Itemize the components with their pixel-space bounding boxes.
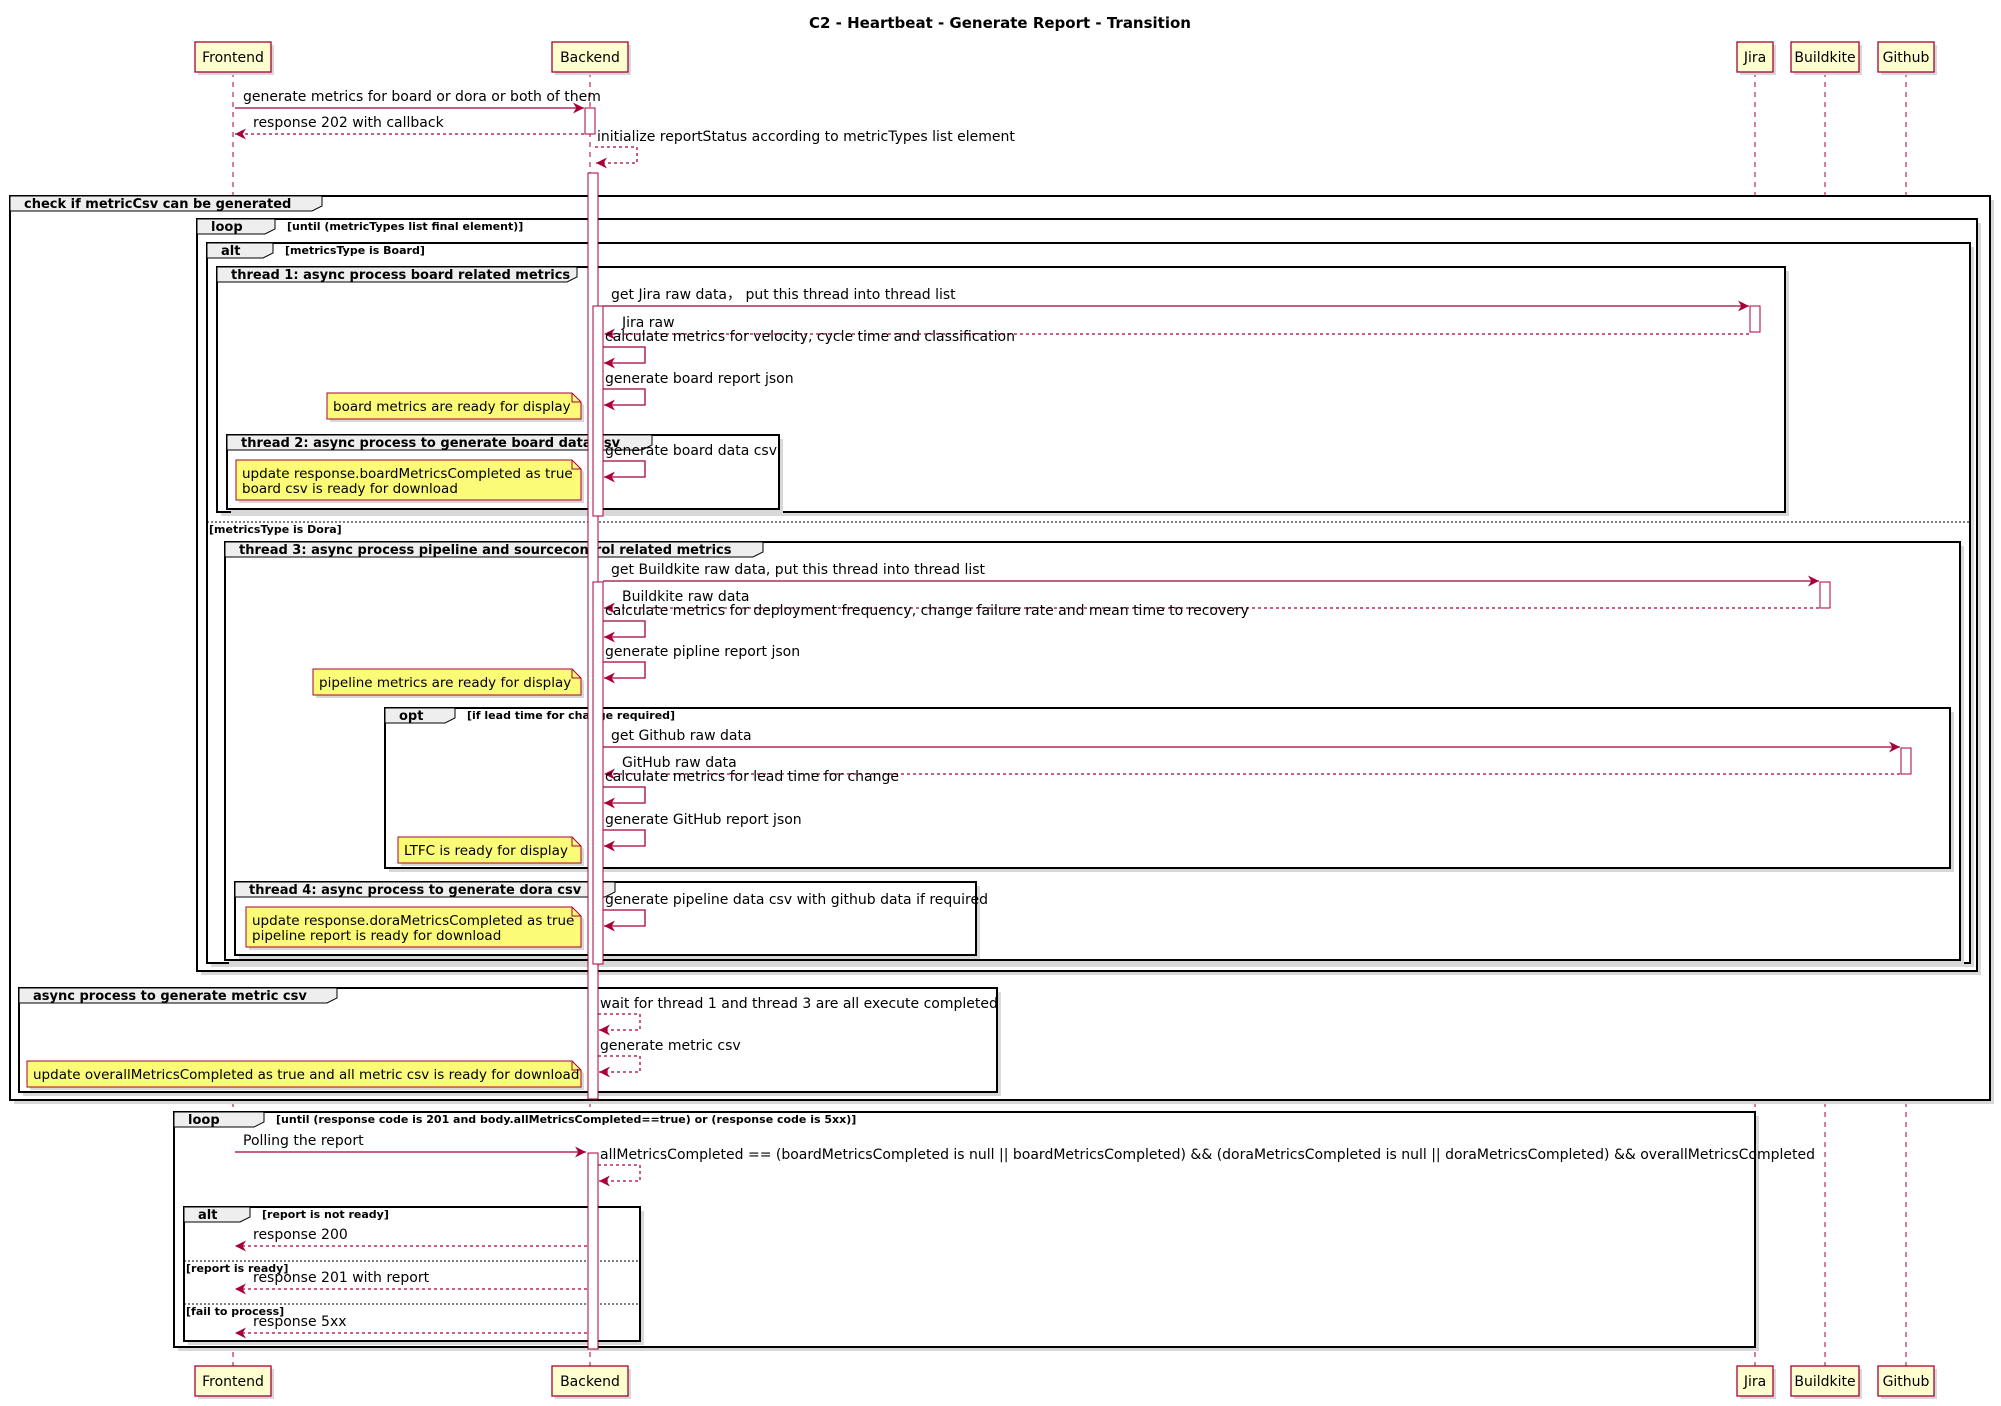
participant-label-jira-bottom: Jira <box>1743 1374 1766 1390</box>
note: LTFC is ready for display <box>397 836 584 866</box>
sequence-diagram: C2 - Heartbeat - Generate Report - Trans… <box>9 14 1994 1399</box>
message-label: get Github raw data <box>611 728 752 744</box>
message-label: generate board data csv <box>605 443 777 459</box>
fragment-label: thread 2: async process to generate boar… <box>241 436 621 451</box>
fragment-label: async process to generate metric csv <box>33 989 307 1004</box>
message-label: response 202 with callback <box>253 115 445 131</box>
participant-label-backend-top: Backend <box>560 50 620 66</box>
note-text: update response.boardMetricsCompleted as… <box>242 466 573 482</box>
message-label: initialize reportStatus according to met… <box>597 129 1015 145</box>
participant-label-buildkite-top: Buildkite <box>1794 50 1855 66</box>
activation-bar <box>1900 747 1912 775</box>
message: generate metrics for board or dora or bo… <box>235 89 601 114</box>
note-text: pipeline metrics are ready for display <box>319 675 571 691</box>
message-arrow <box>595 146 638 169</box>
fragment-label: alt <box>221 244 240 259</box>
fragment-label: thread 3: async process pipeline and sou… <box>239 543 732 558</box>
message-label: wait for thread 1 and thread 3 are all e… <box>600 996 998 1012</box>
participant-label-github-top: Github <box>1883 50 1930 66</box>
fragment-condition: [metricsType is Board] <box>285 244 425 257</box>
fragment-label: loop <box>188 1113 220 1128</box>
message-label: allMetricsCompleted == (boardMetricsComp… <box>600 1147 1815 1163</box>
message-label: generate board report json <box>605 371 794 387</box>
message-label: get Jira raw data， put this thread into … <box>611 287 956 303</box>
participant-label-frontend-top: Frontend <box>202 50 264 66</box>
message-label: generate metrics for board or dora or bo… <box>243 89 601 105</box>
message-label: calculate metrics for deployment frequen… <box>605 603 1249 619</box>
fragment-condition: [until (response code is 201 and body.al… <box>276 1113 856 1126</box>
message-label: generate pipline report json <box>605 644 800 660</box>
message-label: calculate metrics for lead time for chan… <box>605 769 899 785</box>
note: update response.doraMetricsCompleted as … <box>245 906 584 950</box>
activation-bar <box>1749 305 1761 333</box>
activation-bar <box>592 305 604 517</box>
note: update response.boardMetricsCompleted as… <box>235 459 584 503</box>
fragment-condition: [until (metricTypes list final element)] <box>287 220 523 233</box>
fragment-label: alt <box>198 1208 217 1223</box>
note-text: board metrics are ready for display <box>333 399 571 415</box>
message-label: generate metric csv <box>600 1038 741 1054</box>
participant-label-buildkite-bottom: Buildkite <box>1794 1374 1855 1390</box>
note: pipeline metrics are ready for display <box>312 668 584 698</box>
else-condition: [metricsType is Dora] <box>209 523 342 536</box>
message-label: response 5xx <box>253 1314 347 1330</box>
activation-bar <box>592 581 604 965</box>
message: initialize reportStatus according to met… <box>595 129 1015 169</box>
activation-bar <box>584 107 596 135</box>
activation-bar <box>1819 581 1831 609</box>
fragment-label: check if metricCsv can be generated <box>24 197 291 212</box>
fragment-label: thread 1: async process board related me… <box>231 268 570 283</box>
fragment-condition: [report is not ready] <box>262 1208 389 1221</box>
fragment-label: loop <box>211 220 243 235</box>
message-label: generate pipeline data csv with github d… <box>605 892 988 908</box>
diagram-title: C2 - Heartbeat - Generate Report - Trans… <box>809 14 1191 32</box>
fragment-condition: [if lead time for change required] <box>467 709 675 722</box>
participant-label-jira-top: Jira <box>1743 50 1766 66</box>
message-label: get Buildkite raw data, put this thread … <box>611 562 986 578</box>
message-label: generate GitHub report json <box>605 812 802 828</box>
message-label: response 201 with report <box>253 1270 430 1286</box>
message-label: response 200 <box>253 1227 348 1243</box>
note: board metrics are ready for display <box>326 392 584 422</box>
message: response 202 with callback <box>235 115 584 140</box>
note-text: board csv is ready for download <box>242 481 458 497</box>
note-text: update overallMetricsCompleted as true a… <box>33 1067 579 1083</box>
note-text: pipeline report is ready for download <box>252 928 501 944</box>
participant-label-backend-bottom: Backend <box>560 1374 620 1390</box>
message-label: Polling the report <box>243 1133 364 1149</box>
participant-label-frontend-bottom: Frontend <box>202 1374 264 1390</box>
fragment-label: opt <box>399 709 423 724</box>
participant-label-github-bottom: Github <box>1883 1374 1930 1390</box>
note-text: update response.doraMetricsCompleted as … <box>252 913 574 929</box>
activation-bar <box>587 1152 599 1350</box>
message-label: calculate metrics for velocity, cycle ti… <box>605 329 1015 345</box>
fragment-label: thread 4: async process to generate dora… <box>249 883 582 898</box>
note-text: LTFC is ready for display <box>404 843 568 859</box>
note: update overallMetricsCompleted as true a… <box>26 1060 584 1090</box>
